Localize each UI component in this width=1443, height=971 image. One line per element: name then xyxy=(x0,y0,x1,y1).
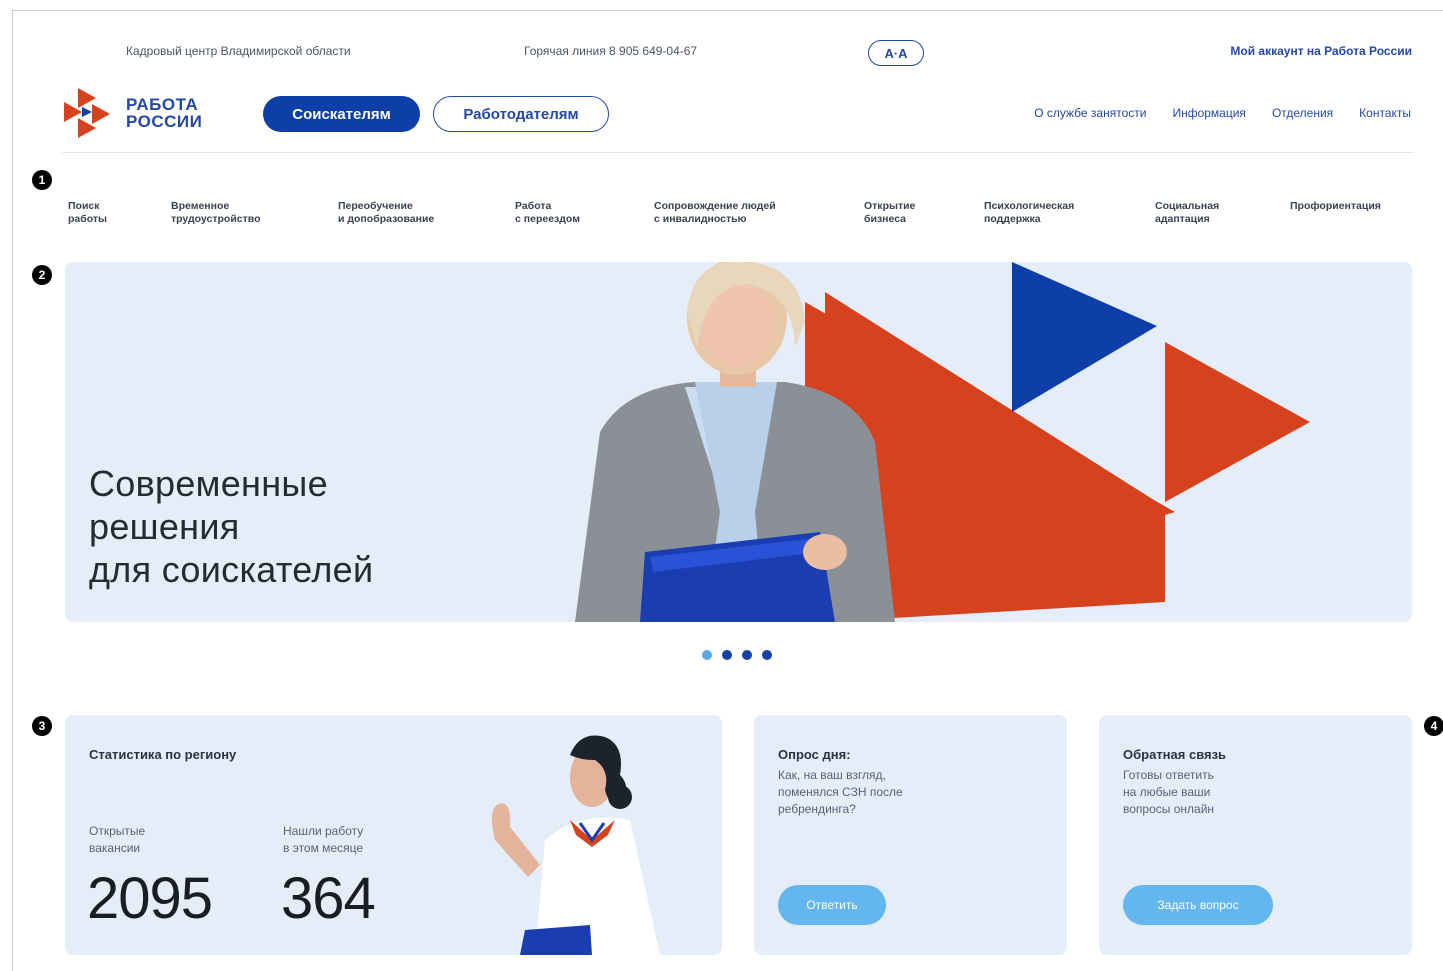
consultant-illustration xyxy=(491,735,660,955)
found-job-label: Нашли работу в этом месяце xyxy=(283,824,364,855)
nav-branches[interactable]: Отделения xyxy=(1272,106,1333,120)
carousel-dot-2[interactable] xyxy=(722,650,732,660)
marker-3: 3 xyxy=(32,716,52,736)
employers-button[interactable]: Работодателям xyxy=(433,96,609,132)
poll-card: Опрос дня: Как, на ваш взгляд, поменялся… xyxy=(754,715,1067,955)
found-job-value: 364 xyxy=(281,866,376,931)
cat-retraining[interactable]: Переобучение и допобразование xyxy=(338,200,434,226)
cat-temporary-employment[interactable]: Временное трудоустройство xyxy=(171,200,261,226)
hero-title: Современные решения для соискателей xyxy=(89,463,374,590)
carousel-dots xyxy=(702,650,772,660)
logo-arrows-icon xyxy=(64,88,110,138)
accessibility-toggle[interactable]: A·A xyxy=(868,40,924,66)
cat-career-guidance[interactable]: Профориентация xyxy=(1290,200,1381,213)
cat-relocation[interactable]: Работа с переездом xyxy=(515,200,580,226)
marker-2: 2 xyxy=(32,265,52,285)
seekers-button[interactable]: Соискателям xyxy=(263,96,420,132)
ask-question-button[interactable]: Задать вопрос xyxy=(1123,885,1273,925)
cat-business-start[interactable]: Открытие бизнеса xyxy=(864,200,915,226)
answer-button[interactable]: Ответить xyxy=(778,885,886,925)
logo-line-1: РАБОТА xyxy=(126,95,199,114)
marker-4: 4 xyxy=(1424,716,1443,736)
feedback-text: Готовы ответить на любые ваши вопросы он… xyxy=(1123,768,1215,816)
logo-line-2: РОССИИ xyxy=(126,112,203,131)
nav-information[interactable]: Информация xyxy=(1172,106,1245,120)
feedback-title: Обратная связь xyxy=(1123,747,1227,762)
logo-text: РАБОТА РОССИИ xyxy=(126,96,202,130)
main-nav: О службе занятости Информация Отделения … xyxy=(1034,106,1411,120)
cat-disability-support[interactable]: Сопровождение людей с инвалидностью xyxy=(654,200,776,226)
poll-title: Опрос дня: xyxy=(778,747,851,762)
logo[interactable]: РАБОТА РОССИИ xyxy=(62,84,222,142)
hero-banner[interactable]: Современные решения для соискателей xyxy=(65,262,1412,622)
category-nav: Поиск работы Временное трудоустройство П… xyxy=(0,200,1443,232)
site-header: РАБОТА РОССИИ Соискателям Работодателям … xyxy=(0,84,1443,144)
header-divider xyxy=(62,152,1414,153)
open-vacancies-value: 2095 xyxy=(87,866,213,931)
cat-social-adaptation[interactable]: Социальная адаптация xyxy=(1155,200,1219,226)
nav-about-service[interactable]: О службе занятости xyxy=(1034,106,1146,120)
hotline-label: Горячая линия 8 905 649-04-67 xyxy=(524,44,698,58)
carousel-dot-1[interactable] xyxy=(702,650,712,660)
cat-psych-support[interactable]: Психологическая поддержка xyxy=(984,200,1074,226)
top-bar: Кадровый центр Владимирской области Горя… xyxy=(0,40,1443,66)
feedback-card: Обратная связь Готовы ответить на любые … xyxy=(1099,715,1412,955)
poll-question: Как, на ваш взгляд, поменялся СЗН после … xyxy=(778,768,903,816)
stats-title: Статистика по региону xyxy=(89,747,237,762)
region-label[interactable]: Кадровый центр Владимирской области xyxy=(126,44,351,58)
carousel-dot-4[interactable] xyxy=(762,650,772,660)
carousel-dot-3[interactable] xyxy=(742,650,752,660)
open-vacancies-label: Открытые вакансии xyxy=(89,824,146,855)
marker-1: 1 xyxy=(32,170,52,190)
account-link[interactable]: Мой аккаунт на Работа России xyxy=(1230,44,1412,58)
stats-card: Статистика по региону Открытые вакансии … xyxy=(65,715,722,955)
cat-job-search[interactable]: Поиск работы xyxy=(68,200,107,226)
nav-contacts[interactable]: Контакты xyxy=(1359,106,1411,120)
